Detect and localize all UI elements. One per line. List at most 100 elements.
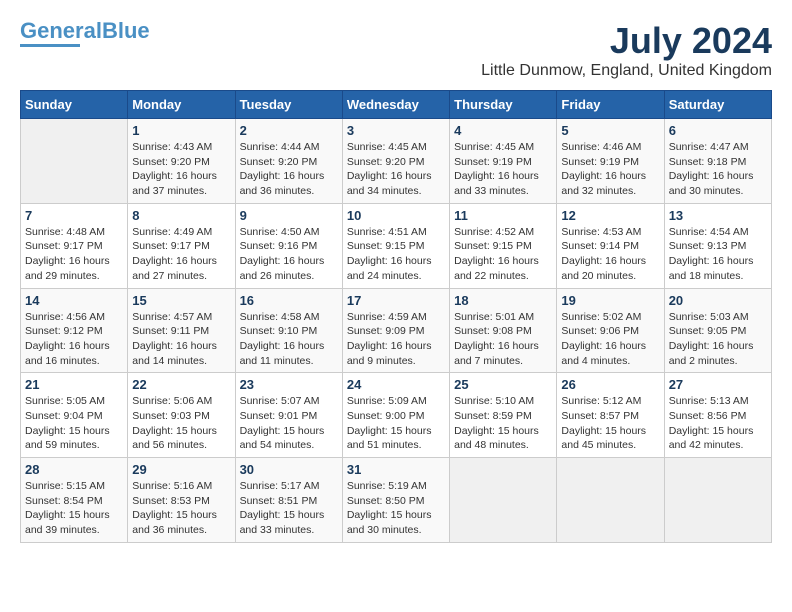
calendar-cell (664, 458, 771, 543)
day-info: Sunrise: 4:49 AM Sunset: 9:17 PM Dayligh… (132, 225, 230, 284)
calendar-week-5: 28 Sunrise: 5:15 AM Sunset: 8:54 PM Dayli… (21, 458, 772, 543)
calendar-week-2: 7Sunrise: 4:48 AM Sunset: 9:17 PM Daylig… (21, 203, 772, 288)
header-wednesday: Wednesday (342, 91, 449, 119)
day-info: Sunrise: 4:50 AM Sunset: 9:16 PM Dayligh… (240, 225, 338, 284)
day-number: 30 (240, 462, 338, 477)
day-info: Sunrise: 4:58 AM Sunset: 9:10 PM Dayligh… (240, 310, 338, 369)
day-number: 10 (347, 208, 445, 223)
day-number: 6 (669, 123, 767, 138)
day-number: 12 (561, 208, 659, 223)
header-tuesday: Tuesday (235, 91, 342, 119)
day-number: 5 (561, 123, 659, 138)
header-thursday: Thursday (450, 91, 557, 119)
calendar-cell: 16Sunrise: 4:58 AM Sunset: 9:10 PM Dayli… (235, 288, 342, 373)
day-info: Sunrise: 4:51 AM Sunset: 9:15 PM Dayligh… (347, 225, 445, 284)
calendar-cell: 23 Sunrise: 5:07 AM Sunset: 9:01 PM Dayli… (235, 373, 342, 458)
day-number: 19 (561, 293, 659, 308)
calendar-cell: 17 Sunrise: 4:59 AM Sunset: 9:09 PM Dayli… (342, 288, 449, 373)
calendar-cell (21, 119, 128, 204)
calendar-cell: 8 Sunrise: 4:49 AM Sunset: 9:17 PM Daylig… (128, 203, 235, 288)
day-info: Sunrise: 4:54 AM Sunset: 9:13 PM Dayligh… (669, 225, 767, 284)
calendar-cell: 15 Sunrise: 4:57 AM Sunset: 9:11 PM Dayli… (128, 288, 235, 373)
day-info: Sunrise: 4:45 AM Sunset: 9:20 PM Dayligh… (347, 140, 445, 199)
day-info: Sunrise: 5:10 AM Sunset: 8:59 PM Dayligh… (454, 394, 552, 453)
day-info: Sunrise: 4:44 AM Sunset: 9:20 PM Dayligh… (240, 140, 338, 199)
day-number: 7 (25, 208, 123, 223)
header-saturday: Saturday (664, 91, 771, 119)
day-number: 22 (132, 377, 230, 392)
calendar-cell (450, 458, 557, 543)
logo-blue: Blue (102, 18, 150, 43)
title-block: July 2024 Little Dunmow, England, United… (481, 20, 772, 80)
day-info: Sunrise: 5:05 AM Sunset: 9:04 PM Dayligh… (25, 394, 123, 453)
calendar-cell: 22 Sunrise: 5:06 AM Sunset: 9:03 PM Dayli… (128, 373, 235, 458)
calendar-cell: 27Sunrise: 5:13 AM Sunset: 8:56 PM Dayli… (664, 373, 771, 458)
logo-text: GeneralBlue (20, 20, 150, 42)
calendar-cell: 9 Sunrise: 4:50 AM Sunset: 9:16 PM Daylig… (235, 203, 342, 288)
logo-underline (20, 44, 80, 47)
day-number: 17 (347, 293, 445, 308)
day-number: 4 (454, 123, 552, 138)
calendar-cell: 13 Sunrise: 4:54 AM Sunset: 9:13 PM Dayli… (664, 203, 771, 288)
day-info: Sunrise: 5:03 AM Sunset: 9:05 PM Dayligh… (669, 310, 767, 369)
month-year: July 2024 (481, 20, 772, 62)
day-info: Sunrise: 4:56 AM Sunset: 9:12 PM Dayligh… (25, 310, 123, 369)
day-number: 18 (454, 293, 552, 308)
day-number: 23 (240, 377, 338, 392)
calendar-cell: 20 Sunrise: 5:03 AM Sunset: 9:05 PM Dayli… (664, 288, 771, 373)
day-info: Sunrise: 5:01 AM Sunset: 9:08 PM Dayligh… (454, 310, 552, 369)
day-info: Sunrise: 4:57 AM Sunset: 9:11 PM Dayligh… (132, 310, 230, 369)
day-number: 8 (132, 208, 230, 223)
day-info: Sunrise: 4:43 AM Sunset: 9:20 PM Dayligh… (132, 140, 230, 199)
calendar-week-3: 14Sunrise: 4:56 AM Sunset: 9:12 PM Dayli… (21, 288, 772, 373)
day-info: Sunrise: 5:19 AM Sunset: 8:50 PM Dayligh… (347, 479, 445, 538)
header-friday: Friday (557, 91, 664, 119)
day-number: 29 (132, 462, 230, 477)
day-number: 28 (25, 462, 123, 477)
day-info: Sunrise: 5:07 AM Sunset: 9:01 PM Dayligh… (240, 394, 338, 453)
calendar-cell: 5 Sunrise: 4:46 AM Sunset: 9:19 PM Daylig… (557, 119, 664, 204)
calendar-week-4: 21Sunrise: 5:05 AM Sunset: 9:04 PM Dayli… (21, 373, 772, 458)
calendar-cell: 28 Sunrise: 5:15 AM Sunset: 8:54 PM Dayli… (21, 458, 128, 543)
calendar-cell: 10 Sunrise: 4:51 AM Sunset: 9:15 PM Dayli… (342, 203, 449, 288)
calendar-cell: 21Sunrise: 5:05 AM Sunset: 9:04 PM Dayli… (21, 373, 128, 458)
day-number: 26 (561, 377, 659, 392)
logo: GeneralBlue (20, 20, 150, 47)
day-info: Sunrise: 5:02 AM Sunset: 9:06 PM Dayligh… (561, 310, 659, 369)
calendar-cell: 2 Sunrise: 4:44 AM Sunset: 9:20 PM Daylig… (235, 119, 342, 204)
calendar-cell: 6 Sunrise: 4:47 AM Sunset: 9:18 PM Daylig… (664, 119, 771, 204)
day-number: 20 (669, 293, 767, 308)
day-number: 24 (347, 377, 445, 392)
location: Little Dunmow, England, United Kingdom (481, 62, 772, 80)
calendar-cell: 11 Sunrise: 4:52 AM Sunset: 9:15 PM Dayli… (450, 203, 557, 288)
calendar-cell: 29Sunrise: 5:16 AM Sunset: 8:53 PM Dayli… (128, 458, 235, 543)
day-info: Sunrise: 4:52 AM Sunset: 9:15 PM Dayligh… (454, 225, 552, 284)
day-number: 15 (132, 293, 230, 308)
day-info: Sunrise: 4:59 AM Sunset: 9:09 PM Dayligh… (347, 310, 445, 369)
day-number: 2 (240, 123, 338, 138)
day-info: Sunrise: 5:13 AM Sunset: 8:56 PM Dayligh… (669, 394, 767, 453)
day-info: Sunrise: 4:45 AM Sunset: 9:19 PM Dayligh… (454, 140, 552, 199)
day-number: 1 (132, 123, 230, 138)
day-number: 9 (240, 208, 338, 223)
calendar-header-row: SundayMondayTuesdayWednesdayThursdayFrid… (21, 91, 772, 119)
day-info: Sunrise: 4:46 AM Sunset: 9:19 PM Dayligh… (561, 140, 659, 199)
day-info: Sunrise: 5:06 AM Sunset: 9:03 PM Dayligh… (132, 394, 230, 453)
calendar-cell: 31Sunrise: 5:19 AM Sunset: 8:50 PM Dayli… (342, 458, 449, 543)
day-info: Sunrise: 5:09 AM Sunset: 9:00 PM Dayligh… (347, 394, 445, 453)
day-number: 13 (669, 208, 767, 223)
calendar-cell: 1 Sunrise: 4:43 AM Sunset: 9:20 PM Daylig… (128, 119, 235, 204)
calendar-cell: 4 Sunrise: 4:45 AM Sunset: 9:19 PM Daylig… (450, 119, 557, 204)
day-number: 11 (454, 208, 552, 223)
calendar-week-1: 1 Sunrise: 4:43 AM Sunset: 9:20 PM Daylig… (21, 119, 772, 204)
calendar-table: SundayMondayTuesdayWednesdayThursdayFrid… (20, 90, 772, 543)
calendar-cell: 24 Sunrise: 5:09 AM Sunset: 9:00 PM Dayli… (342, 373, 449, 458)
calendar-cell: 18 Sunrise: 5:01 AM Sunset: 9:08 PM Dayli… (450, 288, 557, 373)
day-info: Sunrise: 4:47 AM Sunset: 9:18 PM Dayligh… (669, 140, 767, 199)
day-info: Sunrise: 5:15 AM Sunset: 8:54 PM Dayligh… (25, 479, 123, 538)
logo-general: General (20, 18, 102, 43)
day-info: Sunrise: 5:12 AM Sunset: 8:57 PM Dayligh… (561, 394, 659, 453)
day-number: 25 (454, 377, 552, 392)
calendar-cell: 7Sunrise: 4:48 AM Sunset: 9:17 PM Daylig… (21, 203, 128, 288)
calendar-cell: 19 Sunrise: 5:02 AM Sunset: 9:06 PM Dayli… (557, 288, 664, 373)
